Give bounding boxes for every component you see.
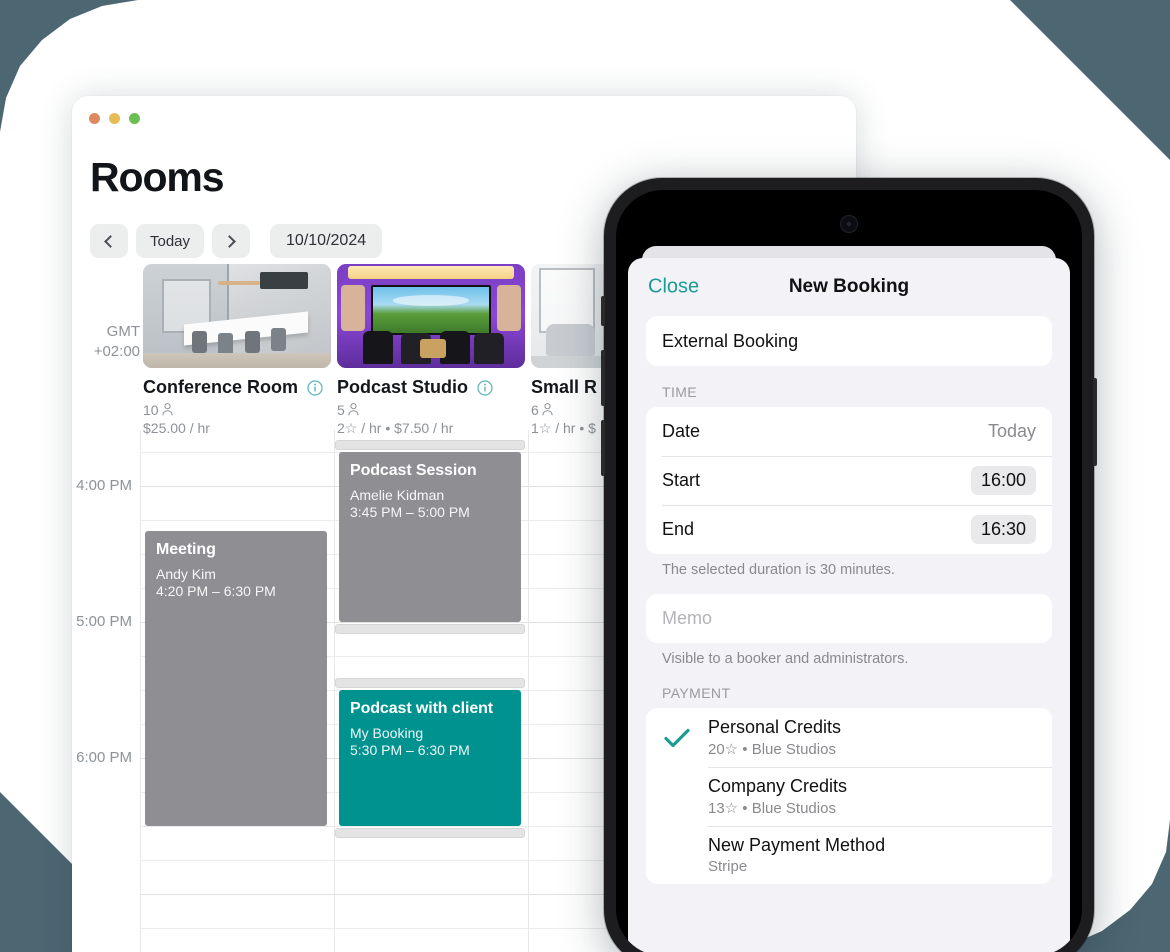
zoom-window-button[interactable]: [129, 113, 140, 124]
room-column-header: Podcast Studio 5 2☆ / hr • $7.50 / hr: [337, 264, 525, 437]
payment-method-detail: 20☆ • Blue Studios: [708, 741, 836, 758]
time-row-value: Today: [987, 421, 1036, 441]
room-capacity: 5: [337, 402, 525, 418]
event-title: Podcast with client: [350, 700, 494, 717]
time-row[interactable]: Date Today: [646, 407, 1052, 456]
payment-method-row[interactable]: New Payment Method Stripe: [646, 826, 1052, 884]
sheet-title: New Booking: [788, 276, 910, 297]
today-button[interactable]: Today: [136, 224, 205, 258]
previous-day-button[interactable]: [90, 224, 128, 258]
room-name: Podcast Studio: [337, 377, 469, 397]
payment-method-name: Company Credits: [708, 776, 848, 796]
duration-helper-text: The selected duration is 30 minutes.: [662, 562, 895, 578]
new-booking-sheet: Close New Booking External Booking TIME …: [628, 258, 1070, 952]
chevron-left-icon: [104, 234, 117, 248]
room-thumbnail[interactable]: [143, 264, 331, 368]
event-resize-handle-bottom[interactable]: [335, 828, 525, 838]
grid-column-separator: [140, 430, 141, 952]
payment-selected-indicator: [646, 728, 708, 748]
memo-input[interactable]: Memo: [646, 594, 1052, 643]
event-details: Amelie Kidman 3:45 PM – 5:00 PM: [350, 487, 470, 520]
time-row-label: Date: [662, 421, 701, 441]
room-name: Small R: [531, 377, 598, 397]
event-title: Podcast Session: [350, 462, 477, 479]
time-row-label: End: [662, 519, 695, 539]
payment-method-row[interactable]: Personal Credits 20☆ • Blue Studios: [646, 708, 1052, 767]
payment-section-label: PAYMENT: [662, 685, 731, 701]
date-picker-button[interactable]: 10/10/2024: [270, 224, 383, 258]
person-icon: [542, 403, 553, 416]
event-details: Andy Kim 4:20 PM – 6:30 PM: [156, 566, 276, 600]
phone-screen: Close New Booking External Booking TIME …: [616, 190, 1082, 952]
sheet-navigation-bar: Close New Booking: [628, 258, 1070, 316]
event-title: Meeting: [156, 541, 216, 559]
close-window-button[interactable]: [89, 113, 100, 124]
booking-title-input[interactable]: External Booking: [646, 316, 1052, 366]
event-resize-handle-top[interactable]: [335, 440, 525, 450]
payment-method-row[interactable]: Company Credits 13☆ • Blue Studios: [646, 767, 1052, 826]
person-icon: [348, 403, 359, 416]
payment-methods-card: Personal Credits 20☆ • Blue Studios Compan…: [646, 708, 1052, 884]
minimize-window-button[interactable]: [109, 113, 120, 124]
time-axis-label: 5:00 PM: [76, 613, 132, 630]
timezone-label: GMT +02:00: [93, 323, 140, 360]
grid-column-separator: [334, 430, 335, 952]
time-axis-label: 6:00 PM: [76, 749, 132, 766]
checkmark-icon: [664, 728, 690, 747]
info-circle-icon[interactable]: [307, 379, 323, 396]
event-resize-handle-bottom[interactable]: [335, 624, 525, 634]
payment-method-detail: Stripe: [708, 858, 748, 875]
calendar-event[interactable]: Meeting Andy Kim 4:20 PM – 6:30 PM: [145, 531, 327, 826]
sheet-body: External Booking TIME Date Today Start 16:0…: [628, 316, 1070, 884]
info-circle-icon[interactable]: [477, 379, 493, 396]
time-row-label: Start: [662, 470, 701, 490]
time-card: Date Today Start 16:00 End 16:30: [646, 407, 1052, 554]
person-icon: [161, 403, 173, 416]
phone-volume-up-button[interactable]: [601, 350, 605, 406]
phone-silent-switch[interactable]: [601, 296, 605, 326]
calendar-event[interactable]: Podcast with client My Booking 5:30 PM – 6…: [339, 690, 521, 826]
page-title: Rooms: [90, 154, 225, 200]
payment-method-detail: 13☆ • Blue Studios: [708, 800, 836, 817]
payment-method-name: New Payment Method: [708, 835, 886, 855]
room-capacity: 10: [143, 402, 331, 418]
memo-helper-text: Visible to a booker and administrators.: [662, 651, 909, 667]
window-traffic-lights: [89, 113, 140, 124]
time-value-chip[interactable]: 16:30: [970, 515, 1036, 544]
event-details: My Booking 5:30 PM – 6:30 PM: [350, 725, 470, 758]
time-row[interactable]: Start 16:00: [646, 456, 1052, 505]
date-toolbar: Today 10/10/2024: [90, 224, 383, 258]
calendar-event[interactable]: Podcast Session Amelie Kidman 3:45 PM – 5:…: [339, 452, 521, 622]
grid-column-separator: [528, 430, 529, 952]
phone-power-button[interactable]: [1093, 378, 1097, 466]
next-day-button[interactable]: [212, 224, 251, 258]
payment-method-name: Personal Credits: [708, 717, 842, 737]
event-resize-handle-top[interactable]: [335, 678, 525, 688]
time-value-chip[interactable]: 16:00: [970, 466, 1036, 495]
room-name: Conference Room: [143, 377, 299, 397]
memo-card: Memo: [646, 594, 1052, 643]
time-axis-label: 4:00 PM: [76, 477, 132, 494]
room-thumbnail[interactable]: [337, 264, 525, 368]
chevron-right-icon: [223, 234, 236, 248]
time-row[interactable]: End 16:30: [646, 505, 1052, 554]
phone-mockup: Close New Booking External Booking TIME …: [601, 178, 1097, 952]
front-camera-icon: [841, 216, 857, 232]
time-section-label: TIME: [662, 384, 698, 400]
booking-title-card: External Booking: [646, 316, 1052, 366]
phone-volume-down-button[interactable]: [601, 420, 605, 476]
room-column-header: Conference Room 10 $25.00 / hr: [143, 264, 331, 436]
